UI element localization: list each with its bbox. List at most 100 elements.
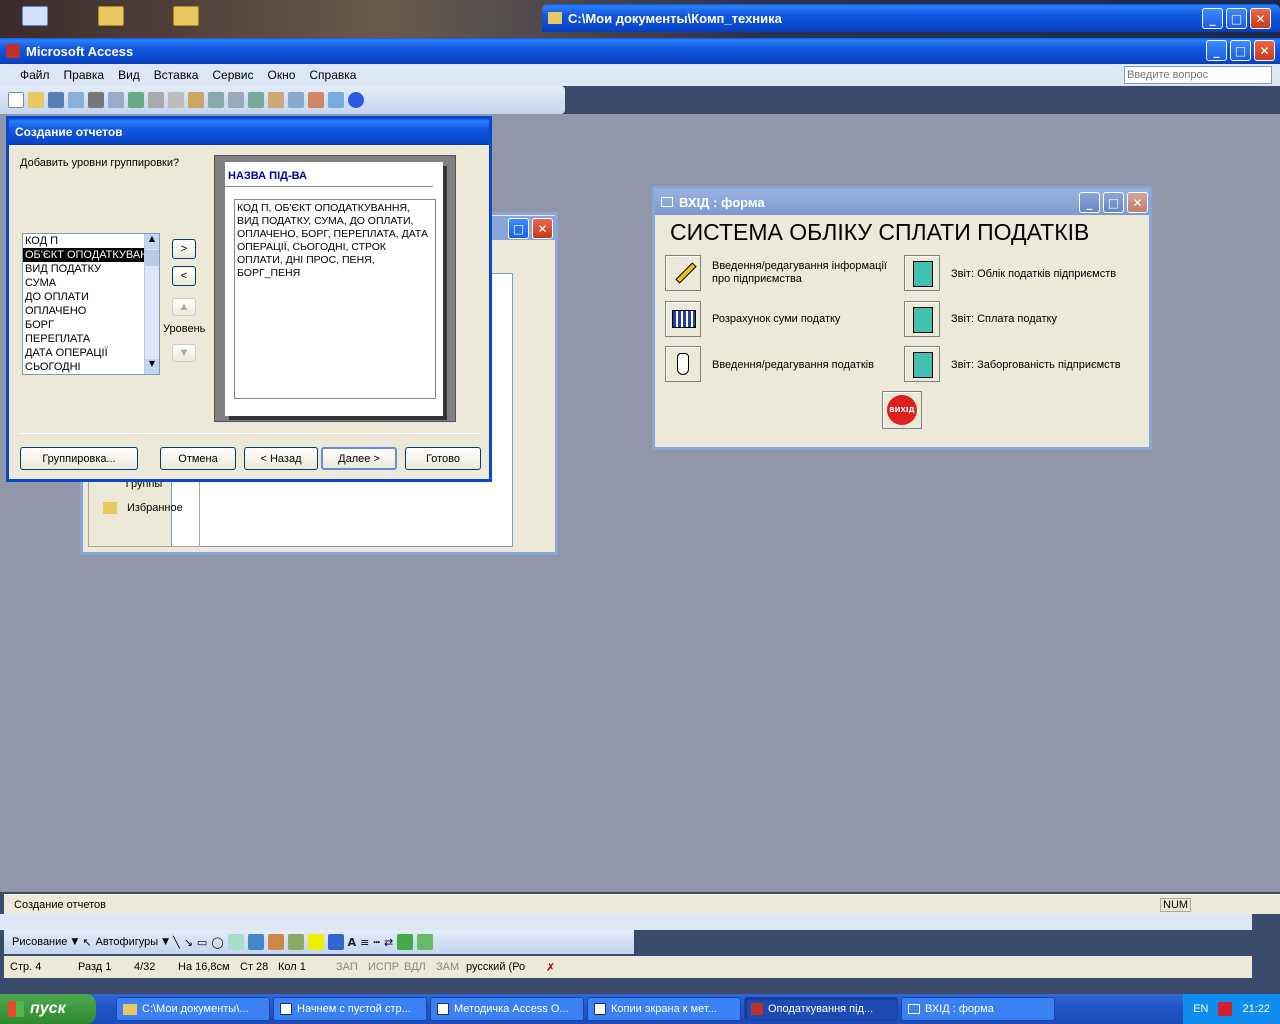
scroll-thumb[interactable] bbox=[145, 250, 159, 266]
cancel-button[interactable]: Отмена bbox=[160, 447, 236, 470]
edit-companies-button[interactable] bbox=[665, 255, 701, 291]
list-item-selected[interactable]: ОБ'ЄКТ ОПОДАТКУВАН bbox=[23, 248, 159, 262]
back-button[interactable]: < Назад bbox=[244, 447, 318, 470]
exit-button[interactable]: ВИХІД bbox=[882, 391, 922, 429]
line-icon[interactable]: ╲ bbox=[173, 936, 180, 949]
fill-color-icon[interactable] bbox=[307, 934, 324, 950]
list-scrollbar[interactable]: ▲ ▼ bbox=[144, 234, 159, 374]
desktop-folder-icon[interactable] bbox=[173, 6, 201, 30]
menu-view[interactable]: Вид bbox=[118, 68, 140, 82]
report-debts-button[interactable] bbox=[904, 346, 940, 382]
menu-tools[interactable]: Сервис bbox=[212, 68, 253, 82]
list-item[interactable]: СУМА bbox=[23, 276, 159, 290]
new-object-icon[interactable] bbox=[328, 92, 344, 108]
scroll-down-arrow-icon[interactable]: ▼ bbox=[145, 359, 159, 374]
textbox-icon[interactable] bbox=[227, 934, 244, 950]
help-icon[interactable] bbox=[348, 92, 364, 108]
properties-icon[interactable] bbox=[288, 92, 304, 108]
maximize-button[interactable]: □ bbox=[1230, 40, 1251, 61]
calculate-tax-button[interactable] bbox=[665, 301, 701, 337]
search-icon[interactable] bbox=[68, 92, 84, 108]
next-button[interactable]: Далее > bbox=[321, 447, 397, 470]
favorites-item[interactable]: Избранное bbox=[127, 502, 183, 514]
open-icon[interactable] bbox=[28, 92, 44, 108]
menu-window[interactable]: Окно bbox=[267, 68, 295, 82]
rectangle-icon[interactable]: ▭ bbox=[197, 936, 207, 949]
finish-button[interactable]: Готово bbox=[405, 447, 481, 470]
clock[interactable]: 21:22 bbox=[1242, 1003, 1270, 1015]
help-question-input[interactable] bbox=[1124, 66, 1272, 84]
menu-edit[interactable]: Правка bbox=[64, 68, 105, 82]
taskbar-item[interactable]: Методичка Access О... bbox=[430, 997, 584, 1021]
list-item[interactable]: ВИД ПОДАТКУ bbox=[23, 262, 159, 276]
minimize-button[interactable]: _ bbox=[1079, 192, 1100, 213]
language-indicator[interactable]: EN bbox=[1193, 1003, 1208, 1015]
report-tax-accounting-button[interactable] bbox=[904, 255, 940, 291]
priority-down-icon[interactable]: ▼ bbox=[172, 344, 196, 362]
close-button[interactable]: ✕ bbox=[1254, 40, 1275, 61]
print-preview-icon[interactable] bbox=[108, 92, 124, 108]
menu-help[interactable]: Справка bbox=[309, 68, 356, 82]
undo-icon[interactable] bbox=[208, 92, 224, 108]
oval-icon[interactable]: ◯ bbox=[211, 936, 223, 949]
report-tax-payment-button[interactable] bbox=[904, 301, 940, 337]
dash-style-icon[interactable]: ┅ bbox=[373, 936, 380, 949]
copy-icon[interactable] bbox=[168, 92, 184, 108]
arrow-icon[interactable]: ↘ bbox=[184, 936, 193, 949]
grouping-options-button[interactable]: Группировка... bbox=[20, 447, 138, 470]
start-button[interactable]: пуск bbox=[0, 994, 96, 1024]
explorer-title-bar[interactable]: C:\Мои документы\Комп_техника bbox=[542, 4, 1280, 32]
close-button[interactable]: ✕ bbox=[1127, 192, 1148, 213]
access-title-bar[interactable]: Microsoft Access bbox=[0, 38, 1280, 64]
menu-insert[interactable]: Вставка bbox=[154, 68, 199, 82]
autoshapes-menu[interactable]: Автофигуры bbox=[96, 936, 159, 948]
add-level-button[interactable]: > bbox=[172, 239, 196, 259]
list-item[interactable]: ДО ОПЛАТИ bbox=[23, 290, 159, 304]
minimize-button[interactable]: _ bbox=[1206, 40, 1227, 61]
list-item[interactable]: КОД П bbox=[23, 234, 159, 248]
word-horizontal-scrollbar[interactable] bbox=[0, 914, 1252, 930]
paste-icon[interactable] bbox=[188, 92, 204, 108]
desktop-folder-icon[interactable] bbox=[98, 6, 126, 30]
3d-icon[interactable] bbox=[417, 934, 434, 950]
picture-icon[interactable] bbox=[287, 934, 304, 950]
code-icon[interactable] bbox=[268, 92, 284, 108]
taskbar-item[interactable]: Начнем с пустой стр... bbox=[273, 997, 427, 1021]
new-icon[interactable] bbox=[8, 92, 24, 108]
wordart-icon[interactable] bbox=[247, 934, 264, 950]
form-title-bar[interactable]: ВХІД : форма bbox=[655, 189, 1149, 215]
remove-level-button[interactable]: < bbox=[172, 266, 196, 286]
arrow-style-icon[interactable]: ⇄ bbox=[384, 936, 393, 949]
drawing-menu[interactable]: Рисование bbox=[12, 936, 67, 948]
relationships-icon[interactable] bbox=[308, 92, 324, 108]
spelling-icon[interactable] bbox=[128, 92, 144, 108]
maximize-button[interactable]: □ bbox=[508, 218, 529, 239]
scroll-up-arrow-icon[interactable]: ▲ bbox=[145, 234, 159, 249]
maximize-button[interactable]: □ bbox=[1226, 8, 1247, 29]
taskbar-item-active[interactable]: Оподаткування під... bbox=[744, 997, 898, 1021]
minimize-button[interactable]: _ bbox=[1202, 8, 1223, 29]
shadow-icon[interactable] bbox=[397, 934, 414, 950]
line-style-icon[interactable]: ≡ bbox=[360, 936, 369, 949]
select-objects-icon[interactable]: ↖ bbox=[82, 936, 91, 949]
cut-icon[interactable] bbox=[148, 92, 164, 108]
list-item[interactable]: БОРГ bbox=[23, 318, 159, 332]
close-button[interactable]: ✕ bbox=[1250, 8, 1271, 29]
clipart-icon[interactable] bbox=[267, 934, 284, 950]
spelling-status-icon[interactable]: ✗ bbox=[546, 961, 566, 974]
wizard-title-bar[interactable]: Создание отчетов bbox=[9, 119, 489, 145]
print-icon[interactable] bbox=[88, 92, 104, 108]
list-item[interactable]: СЬОГОДНІ bbox=[23, 360, 159, 374]
taskbar-item[interactable]: ВХІД : форма bbox=[901, 997, 1055, 1021]
analyze-icon[interactable] bbox=[228, 92, 244, 108]
edit-taxes-button[interactable] bbox=[665, 346, 701, 382]
maximize-button[interactable]: □ bbox=[1103, 192, 1124, 213]
priority-up-icon[interactable]: ▲ bbox=[172, 298, 196, 316]
close-button[interactable]: ✕ bbox=[532, 218, 553, 239]
taskbar-item[interactable]: Копии экрана к мет... bbox=[587, 997, 741, 1021]
available-fields-list[interactable]: КОД П ОБ'ЄКТ ОПОДАТКУВАН ВИД ПОДАТКУ СУМ… bbox=[22, 233, 160, 375]
save-icon[interactable] bbox=[48, 92, 64, 108]
line-color-icon[interactable] bbox=[327, 934, 344, 950]
taskbar-item[interactable]: C:\Мои документы\... bbox=[116, 997, 270, 1021]
desktop-mail-icon[interactable] bbox=[22, 6, 50, 30]
